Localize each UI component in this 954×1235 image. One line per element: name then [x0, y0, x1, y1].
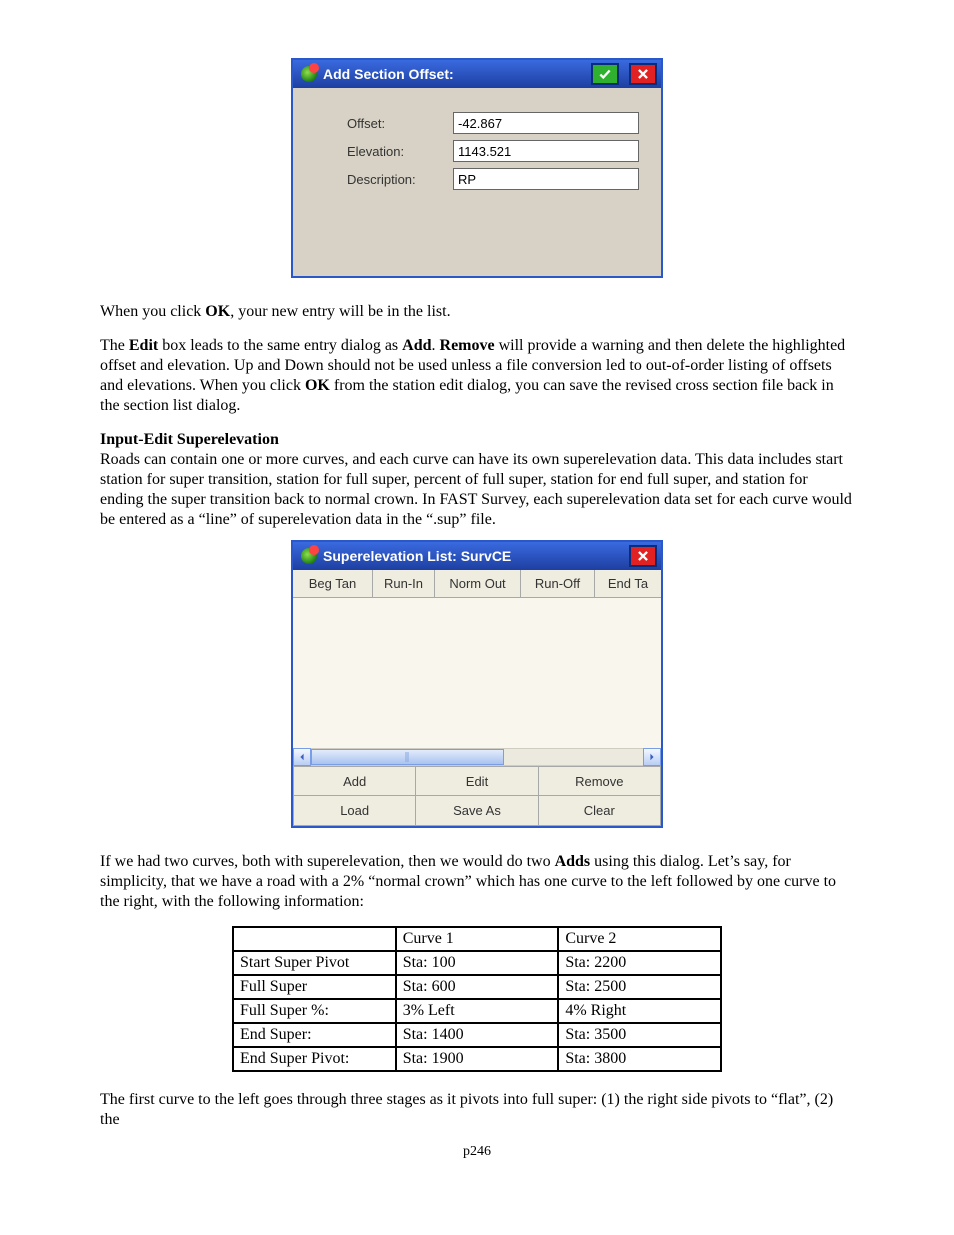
saveas-button[interactable]: Save As — [416, 796, 538, 826]
superelevation-list-dialog: Superelevation List: SurvCE Beg Tan Run-… — [291, 540, 663, 828]
scroll-track[interactable] — [311, 748, 643, 766]
x-icon — [636, 67, 650, 81]
page-number: p246 — [100, 1144, 854, 1160]
col-end-tan[interactable]: End Ta — [595, 570, 661, 597]
scroll-thumb[interactable] — [311, 749, 504, 765]
list-header: Beg Tan Run-In Norm Out Run-Off End Ta — [293, 570, 661, 598]
table-cell: Full Super — [233, 975, 396, 999]
paragraph-two-curves: If we had two curves, both with superele… — [100, 852, 854, 912]
ok-button[interactable] — [591, 63, 619, 85]
table-cell: Sta: 2500 — [558, 975, 721, 999]
remove-button[interactable]: Remove — [539, 766, 661, 796]
add-section-offset-dialog: Add Section Offset: Offset: Elevation: D… — [291, 58, 663, 278]
dialog2-title: Superelevation List: SurvCE — [323, 548, 511, 564]
table-cell: End Super Pivot: — [233, 1047, 396, 1071]
col-run-in[interactable]: Run-In — [373, 570, 435, 597]
dialog2-titlebar: Superelevation List: SurvCE — [293, 542, 661, 570]
table-cell: 4% Right — [558, 999, 721, 1023]
check-icon — [598, 67, 612, 81]
offset-label: Offset: — [347, 116, 453, 131]
table-cell: Sta: 600 — [396, 975, 559, 999]
elevation-label: Elevation: — [347, 144, 453, 159]
clear-button[interactable]: Clear — [539, 796, 661, 826]
app-logo-icon — [301, 548, 317, 564]
description-label: Description: — [347, 172, 453, 187]
curve-data-table: Curve 1 Curve 2 Start Super Pivot Sta: 1… — [232, 926, 722, 1072]
description-input[interactable] — [453, 168, 639, 190]
paragraph-superelevation-intro: Roads can contain one or more curves, an… — [100, 451, 852, 528]
table-cell: Sta: 3800 — [558, 1047, 721, 1071]
col-norm-out[interactable]: Norm Out — [435, 570, 521, 597]
close-button[interactable] — [629, 63, 657, 85]
table-header-curve1: Curve 1 — [396, 927, 559, 951]
table-cell: Start Super Pivot — [233, 951, 396, 975]
table-cell: Sta: 2200 — [558, 951, 721, 975]
dialog-titlebar: Add Section Offset: — [293, 60, 661, 88]
x-icon — [636, 549, 650, 563]
paragraph-ok-note: When you click OK, your new entry will b… — [100, 302, 854, 322]
close-button[interactable] — [629, 545, 657, 567]
horizontal-scrollbar[interactable] — [293, 748, 661, 766]
heading-input-edit-superelevation: Input-Edit Superelevation — [100, 431, 279, 448]
scroll-right-button[interactable] — [643, 748, 661, 766]
table-cell: Full Super %: — [233, 999, 396, 1023]
table-header-curve2: Curve 2 — [558, 927, 721, 951]
col-run-off[interactable]: Run-Off — [521, 570, 595, 597]
list-body[interactable] — [293, 598, 661, 748]
section-superelevation: Input-Edit Superelevation Roads can cont… — [100, 430, 854, 530]
table-cell — [233, 927, 396, 951]
scroll-left-button[interactable] — [293, 748, 311, 766]
table-cell: 3% Left — [396, 999, 559, 1023]
col-beg-tan[interactable]: Beg Tan — [293, 570, 373, 597]
chevron-left-icon — [298, 753, 306, 761]
elevation-input[interactable] — [453, 140, 639, 162]
table-cell: Sta: 1900 — [396, 1047, 559, 1071]
add-button[interactable]: Add — [293, 766, 416, 796]
table-cell: End Super: — [233, 1023, 396, 1047]
table-cell: Sta: 100 — [396, 951, 559, 975]
edit-button[interactable]: Edit — [416, 766, 538, 796]
offset-input[interactable] — [453, 112, 639, 134]
dialog-title: Add Section Offset: — [323, 66, 454, 82]
app-logo-icon — [301, 66, 317, 82]
table-cell: Sta: 1400 — [396, 1023, 559, 1047]
paragraph-edit-remove: The Edit box leads to the same entry dia… — [100, 336, 854, 416]
paragraph-three-stages: The first curve to the left goes through… — [100, 1090, 854, 1130]
table-cell: Sta: 3500 — [558, 1023, 721, 1047]
load-button[interactable]: Load — [293, 796, 416, 826]
chevron-right-icon — [648, 753, 656, 761]
